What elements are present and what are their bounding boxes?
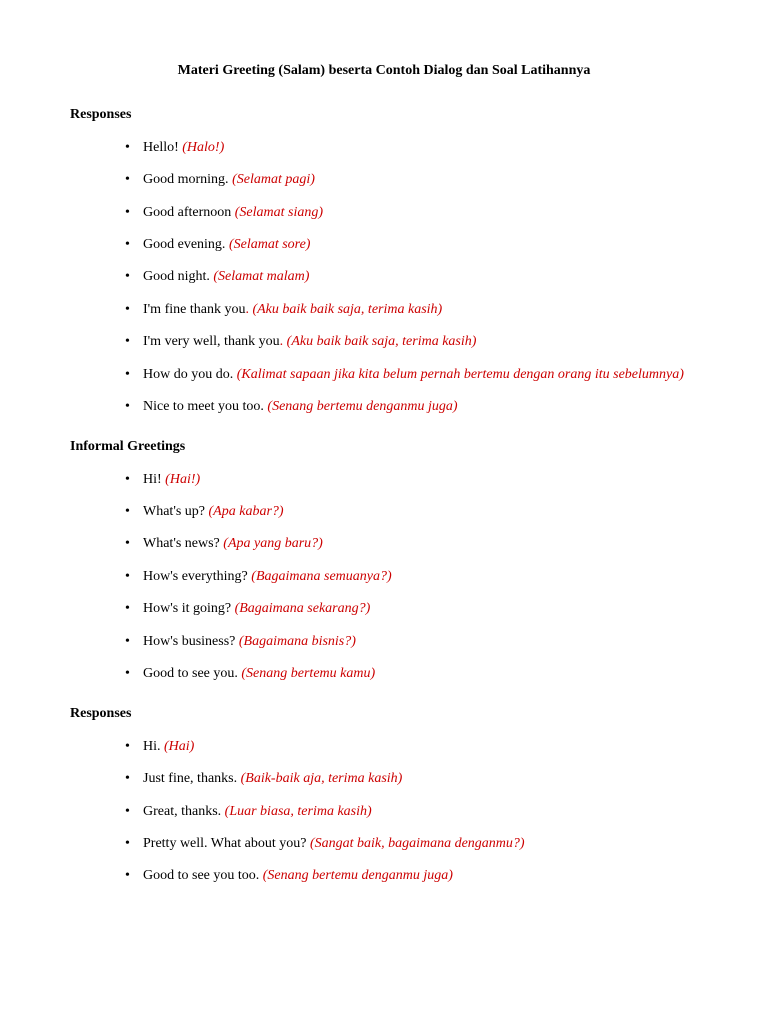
list-item: Good to see you too. (Senang bertemu den… [125, 865, 698, 887]
english-text: I'm very well, thank you [143, 334, 280, 349]
list-item: How's everything? (Bagaimana semuanya?) [125, 566, 698, 588]
translation-text: (Selamat sore) [229, 237, 311, 252]
page-title: Materi Greeting (Salam) beserta Contoh D… [70, 60, 698, 82]
list-item: Great, thanks. (Luar biasa, terima kasih… [125, 801, 698, 823]
translation-text: (Bagaimana sekarang?) [235, 601, 371, 616]
list-item: Hello! (Halo!) [125, 137, 698, 159]
list-item: I'm very well, thank you. (Aku baik baik… [125, 331, 698, 353]
item-list: Hello! (Halo!) Good morning. (Selamat pa… [70, 137, 698, 419]
english-text: What's news? [143, 536, 223, 551]
list-item: Pretty well. What about you? (Sangat bai… [125, 833, 698, 855]
list-item: How's business? (Bagaimana bisnis?) [125, 631, 698, 653]
red-dot: . [280, 334, 287, 349]
section-heading: Informal Greetings [70, 436, 698, 458]
translation-text: (Apa yang baru?) [223, 536, 323, 551]
english-text: Hi. [143, 739, 164, 754]
section-1: Informal Greetings Hi! (Hai!) What's up?… [70, 436, 698, 685]
item-list: Hi. (Hai) Just fine, thanks. (Baik-baik … [70, 736, 698, 888]
list-item: How do you do. (Kalimat sapaan jika kita… [125, 364, 698, 386]
translation-text: (Selamat malam) [213, 269, 309, 284]
english-text: Pretty well. What about you? [143, 836, 310, 851]
section-2: Responses Hi. (Hai) Just fine, thanks. (… [70, 703, 698, 887]
section-0: Responses Hello! (Halo!) Good morning. (… [70, 104, 698, 418]
list-item: Hi! (Hai!) [125, 469, 698, 491]
list-item: Good afternoon (Selamat siang) [125, 202, 698, 224]
translation-text: (Aku baik baik saja, terima kasih) [252, 302, 442, 317]
english-text: How's everything? [143, 569, 251, 584]
english-text: Good evening. [143, 237, 229, 252]
english-text: Hi! [143, 472, 165, 487]
list-item: How's it going? (Bagaimana sekarang?) [125, 598, 698, 620]
english-text: Just fine, thanks. [143, 771, 241, 786]
english-text: Good to see you too. [143, 868, 263, 883]
translation-text: (Aku baik baik saja, terima kasih) [287, 334, 477, 349]
list-item: Good evening. (Selamat sore) [125, 234, 698, 256]
translation-text: (Sangat baik, bagaimana denganmu?) [310, 836, 525, 851]
translation-text: (Kalimat sapaan jika kita belum pernah b… [237, 367, 684, 382]
english-text: How do you do. [143, 367, 237, 382]
translation-text: (Baik-baik aja, terima kasih) [241, 771, 403, 786]
translation-text: (Senang bertemu denganmu juga) [267, 399, 457, 414]
list-item: Good to see you. (Senang bertemu kamu) [125, 663, 698, 685]
section-heading: Responses [70, 703, 698, 725]
translation-text: (Senang bertemu kamu) [241, 666, 375, 681]
english-text: Nice to meet you too. [143, 399, 267, 414]
english-text: Good to see you. [143, 666, 241, 681]
item-list: Hi! (Hai!) What's up? (Apa kabar?) What'… [70, 469, 698, 686]
translation-text: (Selamat pagi) [232, 172, 315, 187]
english-text: Hello! [143, 140, 182, 155]
translation-text: (Hai) [164, 739, 194, 754]
english-text: What's up? [143, 504, 209, 519]
english-text: I'm fine thank you [143, 302, 245, 317]
english-text: Great, thanks. [143, 804, 225, 819]
list-item: Nice to meet you too. (Senang bertemu de… [125, 396, 698, 418]
translation-text: (Bagaimana semuanya?) [251, 569, 391, 584]
list-item: Hi. (Hai) [125, 736, 698, 758]
list-item: Just fine, thanks. (Baik-baik aja, terim… [125, 768, 698, 790]
english-text: How's it going? [143, 601, 235, 616]
list-item: What's up? (Apa kabar?) [125, 501, 698, 523]
translation-text: (Hai!) [165, 472, 200, 487]
list-item: Good night. (Selamat malam) [125, 266, 698, 288]
english-text: Good afternoon [143, 205, 235, 220]
english-text: How's business? [143, 634, 239, 649]
list-item: Good morning. (Selamat pagi) [125, 169, 698, 191]
translation-text: (Selamat siang) [235, 205, 323, 220]
translation-text: (Luar biasa, terima kasih) [225, 804, 372, 819]
english-text: Good night. [143, 269, 213, 284]
translation-text: (Halo!) [182, 140, 224, 155]
list-item: I'm fine thank you. (Aku baik baik saja,… [125, 299, 698, 321]
list-item: What's news? (Apa yang baru?) [125, 533, 698, 555]
translation-text: (Senang bertemu denganmu juga) [263, 868, 453, 883]
translation-text: (Bagaimana bisnis?) [239, 634, 356, 649]
english-text: Good morning. [143, 172, 232, 187]
translation-text: (Apa kabar?) [209, 504, 284, 519]
section-heading: Responses [70, 104, 698, 126]
